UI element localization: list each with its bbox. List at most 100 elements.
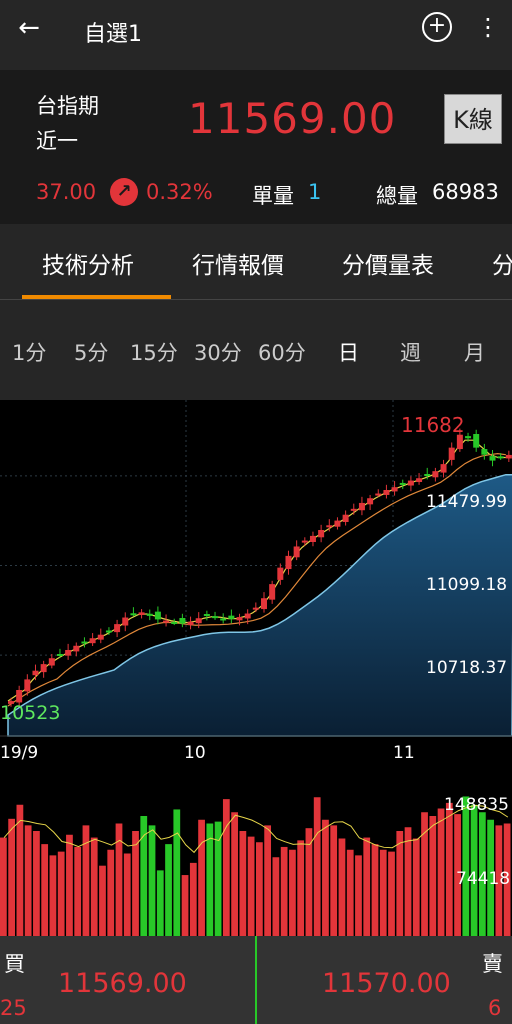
volume-bar: [16, 804, 24, 936]
candle-body: [342, 514, 349, 522]
bid-price[interactable]: 11569.00: [58, 968, 187, 999]
candle: [40, 660, 47, 678]
candle-body: [407, 480, 414, 486]
candle-body: [130, 613, 137, 616]
volume-bar: [280, 846, 288, 936]
volume-bar: [445, 802, 453, 936]
tab-price-volume[interactable]: 分價量表: [342, 246, 434, 280]
candle: [261, 592, 267, 613]
candle-body: [481, 449, 488, 455]
candle: [473, 429, 480, 452]
candle-body: [179, 618, 186, 624]
x-axis-label: 10: [184, 743, 206, 763]
volume-bar: [346, 849, 354, 936]
candle: [505, 450, 512, 462]
arrow-left-icon[interactable]: ←: [14, 14, 44, 44]
bid-ask-panel: 買 11569.00 25 賣 11570.00 6: [0, 936, 512, 1024]
more-vert-icon[interactable]: ⋮: [474, 12, 502, 42]
top-app-bar: ← 自選1 + ⋮: [0, 0, 512, 70]
candle-body: [318, 530, 325, 538]
candle: [89, 633, 96, 646]
volume-chart[interactable]: 148835 74418: [0, 770, 512, 936]
candle: [48, 654, 55, 669]
period-1min[interactable]: 1分: [12, 337, 46, 367]
candle: [489, 450, 496, 467]
candle: [32, 664, 39, 681]
volume-bar: [355, 855, 362, 936]
period-60min[interactable]: 60分: [258, 337, 306, 367]
candle: [301, 537, 308, 546]
candle-body: [465, 436, 472, 439]
volume-bar: [57, 851, 65, 936]
candle: [309, 531, 316, 547]
volume-bar: [49, 855, 57, 936]
candle: [391, 481, 398, 496]
candle-body: [252, 607, 259, 610]
tab-quote[interactable]: 行情報價: [192, 246, 284, 280]
volume-bar: [289, 849, 296, 936]
candle: [73, 642, 80, 657]
volume-bar: [231, 812, 238, 936]
candle-body: [56, 654, 63, 656]
period-5min[interactable]: 5分: [74, 337, 108, 367]
candle-body: [269, 584, 276, 600]
candle: [448, 442, 455, 466]
period-15min[interactable]: 15分: [130, 337, 178, 367]
ask-price[interactable]: 11570.00: [322, 968, 451, 999]
candle-body: [301, 540, 308, 543]
tab-technical[interactable]: 技術分析: [42, 246, 134, 280]
candle-body: [375, 493, 382, 496]
candle-body: [424, 474, 431, 476]
bid-quantity: 25: [0, 996, 27, 1020]
volume-bar: [24, 825, 32, 936]
candle: [285, 550, 292, 575]
candle: [350, 503, 357, 515]
candle-body: [350, 508, 357, 511]
ask-label: 賣: [482, 952, 503, 976]
candle-body: [212, 616, 219, 619]
price-chart[interactable]: 11682 10523 11479.99 11099.18 10718.37 1…: [0, 400, 512, 770]
candle-body: [334, 520, 341, 527]
tab-bar: 技術分析 行情報價 分價量表 分: [0, 224, 512, 300]
volume-bar: [41, 844, 49, 936]
volume-bar: [322, 819, 329, 936]
candle: [187, 616, 194, 630]
candle-body: [285, 555, 292, 570]
candle-body: [497, 456, 504, 459]
volume-bar: [297, 840, 305, 936]
volume-bar: [123, 853, 131, 936]
candle-body: [261, 598, 267, 610]
period-day[interactable]: 日: [338, 337, 359, 367]
candle-body: [16, 690, 23, 703]
volume-bar: [256, 842, 263, 936]
volume-bar: [371, 844, 379, 936]
unit-volume-value: 1: [308, 180, 322, 204]
candle: [97, 628, 104, 644]
period-30min[interactable]: 30分: [194, 337, 242, 367]
period-month[interactable]: 月: [464, 337, 485, 367]
volume-bar: [206, 823, 214, 936]
volume-bar: [132, 831, 139, 936]
candle-body: [309, 535, 316, 542]
period-week[interactable]: 週: [400, 337, 421, 367]
candle-body: [138, 612, 145, 615]
candle-body: [440, 464, 447, 473]
unit-volume-label: 單量: [252, 184, 294, 208]
plus-circle-icon[interactable]: +: [422, 12, 452, 42]
price-change-pct: 0.32%: [146, 180, 213, 204]
kline-button[interactable]: K線: [444, 94, 502, 144]
volume-bar: [90, 837, 98, 936]
candle: [440, 459, 447, 478]
tab-more[interactable]: 分: [492, 246, 512, 280]
candle-body: [489, 456, 496, 461]
candle: [432, 467, 439, 482]
volume-bar: [404, 827, 412, 936]
candle: [146, 609, 153, 621]
candle: [130, 607, 137, 617]
candle-body: [391, 487, 398, 492]
candle: [367, 494, 374, 510]
quote-panel: 台指期 近一 11569.00 K線 37.00 ↗ 0.32% 單量 1 總量…: [0, 70, 512, 224]
candle: [318, 524, 325, 543]
total-volume-label: 總量: [376, 184, 418, 208]
candle-body: [154, 611, 161, 620]
